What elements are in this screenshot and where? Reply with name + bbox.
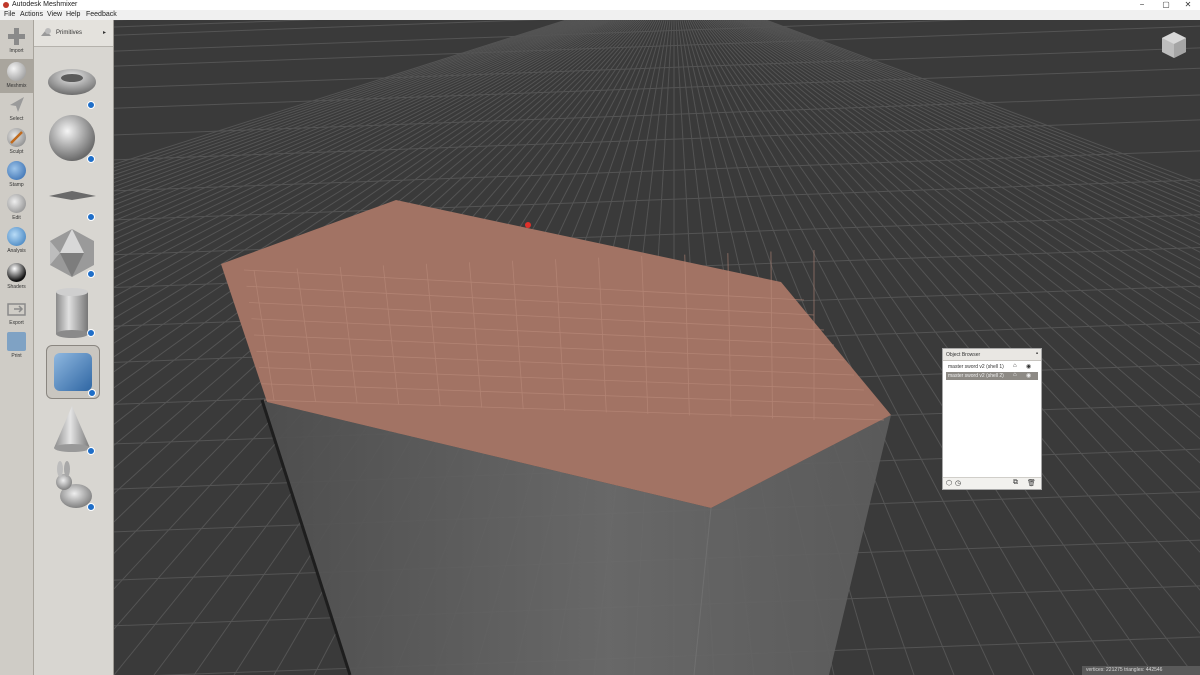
title-bar: Autodesk Meshmixer − ▢ ✕ — [0, 0, 1200, 10]
tool-label: Analysis — [7, 248, 26, 254]
menu-file[interactable]: File — [4, 11, 15, 19]
primitives-icon — [40, 27, 52, 39]
primitives-panel: Primitives ▸ — [34, 20, 114, 675]
tool-label: Export — [9, 320, 24, 326]
tool-label: Meshmix — [6, 83, 27, 89]
object-browser: Object Browser ▪ master sword v2 (shell … — [942, 348, 1042, 490]
print-icon — [7, 332, 26, 351]
selection-badge-icon — [87, 270, 95, 278]
primitive-cylinder[interactable] — [46, 286, 98, 338]
close-button[interactable]: ✕ — [1178, 0, 1198, 10]
primitive-bunny[interactable] — [46, 460, 98, 512]
tool-label: Select — [9, 116, 24, 122]
window-title: Autodesk Meshmixer — [12, 1, 78, 8]
edit-icon — [7, 194, 26, 213]
selection-badge-icon — [87, 101, 95, 109]
pivot-point — [525, 222, 531, 228]
tool-export[interactable]: Export — [0, 296, 33, 330]
primitive-torus[interactable] — [46, 58, 98, 110]
view-cube-icon — [1162, 32, 1186, 58]
tool-import[interactable]: Import — [0, 24, 33, 58]
new-object-icon[interactable]: ⬡ — [946, 479, 952, 487]
object-browser-title: Object Browser — [946, 352, 981, 358]
object-row[interactable]: master sword v2 (shell 1) ⌂ ◉ — [946, 363, 1038, 371]
stamp-icon — [7, 161, 26, 180]
object-name: master sword v2 (shell 1) — [948, 364, 1004, 370]
tool-label: Shaders — [7, 284, 26, 290]
primitive-plane[interactable] — [46, 170, 98, 222]
primitive-sphere[interactable] — [46, 112, 98, 164]
lock-icon[interactable]: ⌂ — [1013, 363, 1017, 369]
meshmix-icon — [7, 62, 26, 81]
tool-select[interactable]: Select — [0, 92, 33, 126]
primitives-header[interactable]: Primitives ▸ — [34, 20, 113, 47]
tool-print[interactable]: Print — [0, 329, 33, 363]
duplicate-icon[interactable]: ⧉ — [1013, 479, 1018, 487]
menu-feedback[interactable]: Feedback — [86, 11, 117, 19]
analysis-icon — [7, 227, 26, 246]
tool-meshmix[interactable]: Meshmix — [0, 59, 33, 93]
selection-badge-icon — [87, 447, 95, 455]
trash-icon[interactable]: 🗑 — [1027, 479, 1036, 487]
maximize-button[interactable]: ▢ — [1156, 0, 1176, 10]
selection-badge-icon — [87, 155, 95, 163]
tool-label: Sculpt — [9, 149, 24, 155]
lock-icon[interactable]: ⌂ — [1013, 372, 1017, 378]
plus-icon — [7, 27, 26, 46]
tool-stamp[interactable]: Stamp — [0, 158, 33, 192]
tool-sculpt[interactable]: Sculpt — [0, 125, 33, 159]
menu-bar: File Actions View Help Feedback — [0, 10, 1200, 20]
export-icon — [7, 299, 26, 318]
primitives-title: Primitives — [56, 30, 83, 36]
tool-label: Stamp — [9, 182, 24, 188]
select-arrow-icon — [7, 95, 26, 114]
menu-view[interactable]: View — [47, 11, 62, 19]
primitive-cube[interactable] — [46, 345, 100, 399]
object-name: master sword v2 (shell 2) — [948, 373, 1004, 379]
tool-label: Import — [9, 48, 24, 54]
brush-icon — [7, 128, 26, 147]
eye-icon[interactable]: ◉ — [1026, 363, 1031, 370]
selection-badge-icon — [87, 503, 95, 511]
expand-arrow-icon[interactable]: ▸ — [103, 29, 106, 36]
shader-sphere-icon — [7, 263, 26, 282]
status-bar: vertices: 221275 triangles: 442546 — [1082, 666, 1200, 675]
history-icon[interactable]: ◷ — [955, 479, 961, 487]
selection-badge-icon — [87, 213, 95, 221]
menu-help[interactable]: Help — [66, 11, 80, 19]
object-browser-footer: ⬡ ◷ ⧉ 🗑 — [943, 477, 1041, 489]
tool-label: Edit — [12, 215, 21, 221]
menu-actions[interactable]: Actions — [20, 11, 43, 19]
selection-badge-icon — [87, 329, 95, 337]
tool-analysis[interactable]: Analysis — [0, 224, 33, 258]
minimize-button[interactable]: − — [1132, 0, 1152, 10]
tool-label: Print — [11, 353, 22, 359]
primitive-icosahedron[interactable] — [46, 227, 98, 279]
primitive-cone[interactable] — [46, 404, 98, 456]
app-logo-icon — [3, 2, 9, 8]
tool-shaders[interactable]: Shaders — [0, 260, 33, 294]
tool-edit[interactable]: Edit — [0, 191, 33, 225]
selection-badge-icon — [88, 389, 96, 397]
view-cube[interactable] — [1160, 30, 1188, 60]
close-icon[interactable]: ▪ — [1036, 351, 1038, 357]
object-browser-header: Object Browser ▪ — [943, 349, 1041, 361]
eye-icon[interactable]: ◉ — [1026, 372, 1031, 379]
object-row-selected[interactable]: master sword v2 (shell 2) ⌂ ◉ — [946, 372, 1038, 380]
tool-sidebar: Import Meshmix Select Sculpt Stamp Edit … — [0, 20, 34, 675]
